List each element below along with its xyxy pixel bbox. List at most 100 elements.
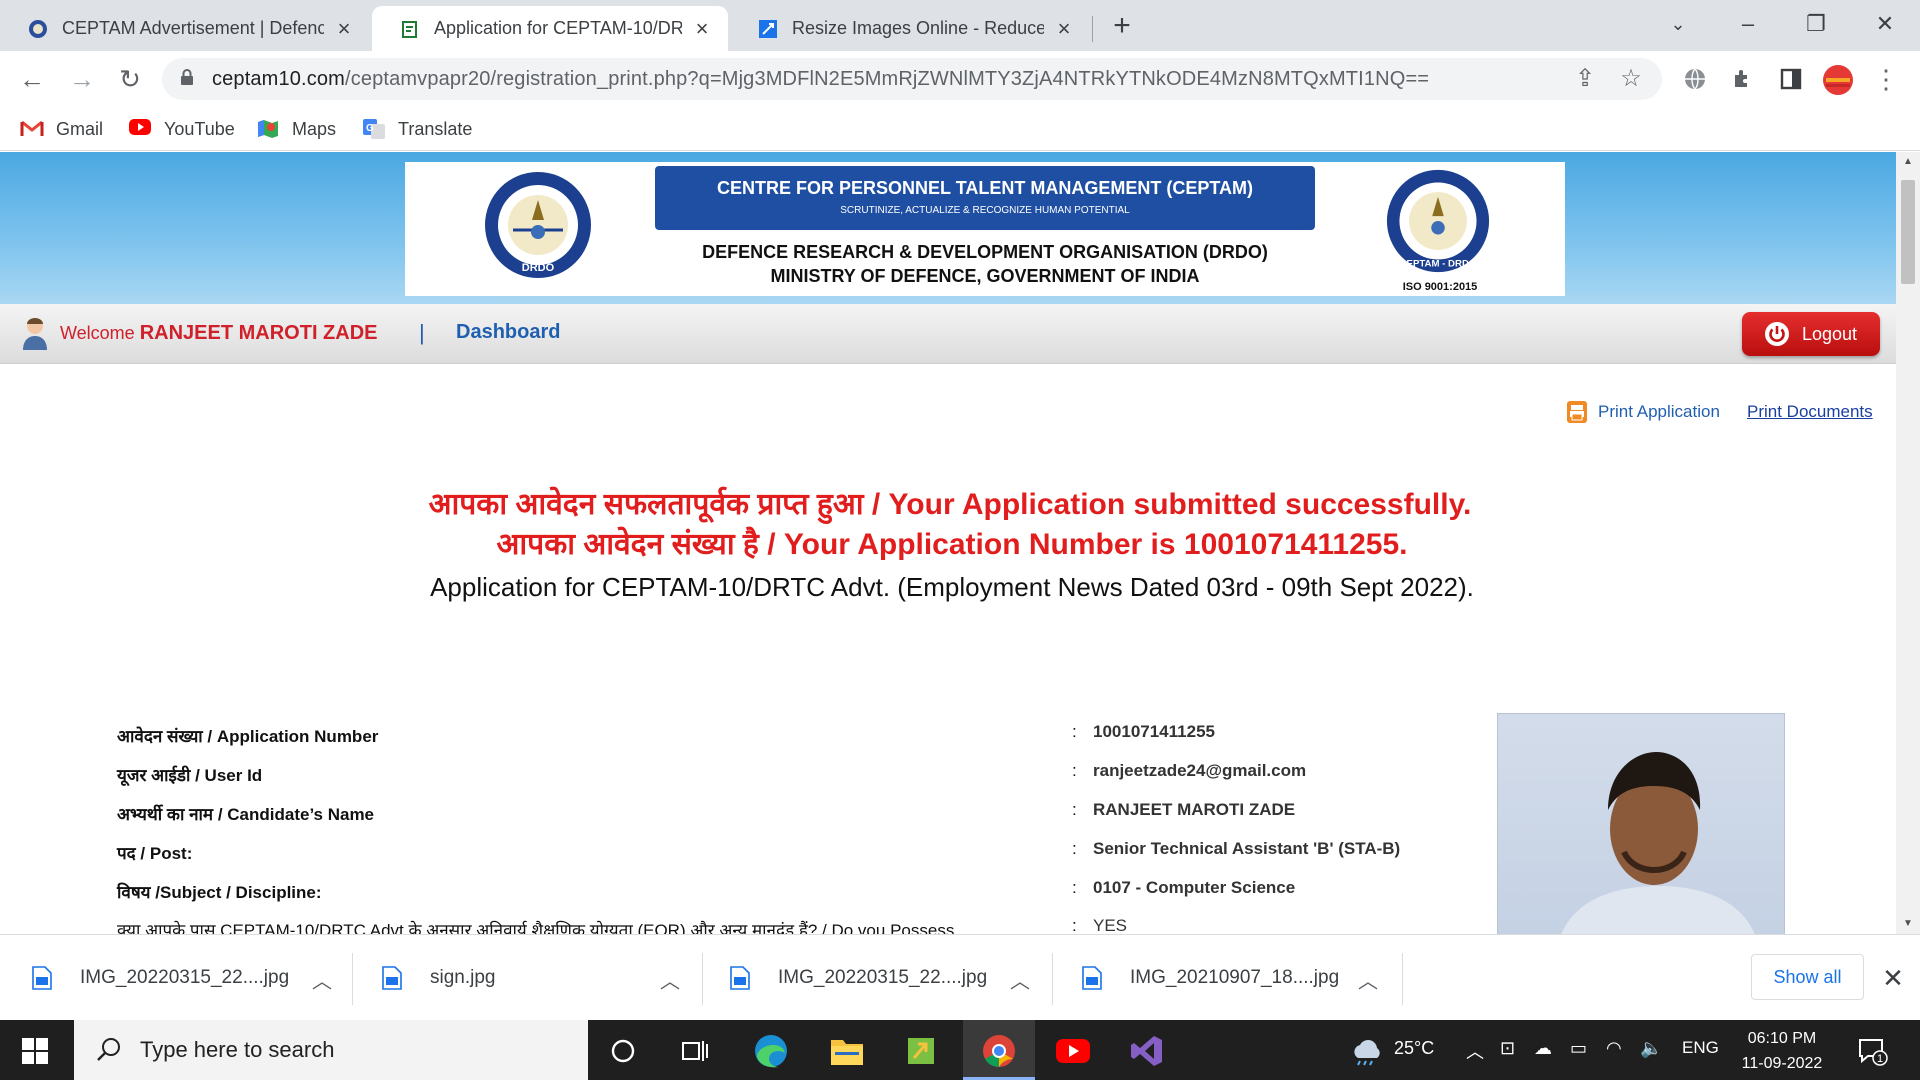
dashboard-link[interactable]: Dashboard [456,321,560,344]
back-arrow-icon[interactable]: ← [14,61,50,97]
print-application-link[interactable]: Print Application [1598,402,1720,422]
cortana-icon[interactable] [602,1030,644,1072]
colon: : [1072,878,1077,897]
value-post: Senior Technical Assistant 'B' (STA-B) [1093,839,1401,858]
resize-image-icon [758,19,778,39]
label-discipline: विषय /Subject / Discipline: [117,883,322,902]
show-all-downloads-button[interactable]: Show all [1751,954,1864,1000]
close-tab-icon[interactable]: × [690,16,714,41]
print-documents-link[interactable]: Print Documents [1747,402,1873,422]
battery-icon[interactable]: ▭ [1570,1038,1587,1059]
colon: : [1072,722,1077,741]
onedrive-cloud-icon[interactable]: ☁ [1534,1038,1552,1059]
download-filename: IMG_20210907_18....jpg [1130,967,1340,988]
address-bar[interactable]: ceptam10.com/ceptamvpapr20/registration_… [162,58,1662,100]
bookmark-translate[interactable]: G Translate [362,116,472,142]
reload-icon[interactable]: ↻ [112,61,148,97]
globe-extension-icon[interactable] [1680,64,1710,94]
chevron-up-icon[interactable]: ︿ [1010,965,1030,994]
language-indicator[interactable]: ENG [1682,1038,1719,1058]
download-item[interactable]: IMG_20220315_22....jpg ︿ [32,955,332,1001]
vertical-scrollbar[interactable]: ▲ ▼ [1896,152,1920,934]
profile-avatar[interactable] [1822,64,1853,95]
bookmark-youtube[interactable]: YouTube [128,116,235,142]
taskbar-search-box[interactable]: Type here to search [74,1020,588,1080]
edge-browser-icon[interactable] [750,1030,792,1072]
close-window-icon[interactable]: ✕ [1862,4,1908,44]
close-tab-icon[interactable]: × [1052,16,1076,41]
download-item[interactable]: IMG_20220315_22....jpg ︿ [730,955,1030,1001]
windows-start-icon[interactable] [22,1038,48,1064]
task-view-icon[interactable] [674,1030,716,1072]
nav-separator: | [419,320,425,345]
menu-kebab-icon[interactable]: ⋮ [1871,64,1901,94]
download-divider [352,953,353,1005]
close-tab-icon[interactable]: × [332,16,356,41]
image-file-icon [1082,966,1102,990]
side-panel-icon[interactable] [1776,64,1806,94]
visual-studio-icon[interactable] [1126,1030,1168,1072]
maps-icon [256,118,282,140]
file-explorer-icon[interactable] [826,1030,868,1072]
download-divider [1052,953,1053,1005]
forward-arrow-icon[interactable]: → [64,61,100,97]
ministry-name: MINISTRY OF DEFENCE, GOVERNMENT OF INDIA [770,266,1200,286]
printer-icon[interactable] [1566,400,1588,424]
tab-search-chevron-icon[interactable]: ⌄ [1655,4,1701,44]
wifi-icon[interactable]: ◠ [1606,1038,1622,1059]
bookmark-label: Translate [398,118,473,139]
tab-application-ceptam[interactable]: Application for CEPTAM-10/DRTC × [372,6,728,51]
bookmark-star-icon[interactable]: ☆ [1618,66,1644,92]
value-user-id: ranjeetzade24@gmail.com [1093,761,1307,780]
chevron-up-icon[interactable]: ︿ [1358,965,1378,994]
bookmark-gmail[interactable]: Gmail [20,116,103,142]
chevron-up-icon[interactable]: ︿ [312,965,332,994]
meet-now-icon[interactable]: ⊡ [1500,1038,1515,1059]
bookmarks-bar: Gmail YouTube Maps G Translate [0,107,1920,151]
user-name: RANJEET MAROTI ZADE [139,322,378,344]
drdo-emblem-text: DRDO [522,262,555,274]
ceptam-title-bar: CENTRE FOR PERSONNEL TALENT MANAGEMENT (… [655,166,1315,230]
system-clock[interactable]: 06:10 PM 11-09-2022 [1732,1026,1832,1076]
chevron-up-icon[interactable]: ︿ [660,965,680,994]
colon: : [1072,800,1077,819]
download-item[interactable]: sign.jpg ︿ [382,955,680,1001]
value-discipline: 0107 - Computer Science [1093,878,1296,897]
chrome-icon[interactable] [978,1030,1020,1072]
label-eqr-question: क्या आपके पास CEPTAM-10/DRTC Advt के अनस… [117,921,955,934]
show-hidden-icons-chevron-icon[interactable]: ︿ [1466,1038,1484,1064]
download-item[interactable]: IMG_20210907_18....jpg ︿ [1082,955,1378,1001]
youtube-icon [128,118,154,140]
bookmark-label: YouTube [164,118,235,139]
label-post: पद / Post: [117,844,193,863]
share-icon[interactable]: ⇪ [1572,66,1598,92]
colon: : [1072,839,1077,858]
tab-ceptam-advertisement[interactable]: CEPTAM Advertisement | Defence × [0,6,370,51]
form-document-icon [400,19,420,39]
scroll-up-arrow-icon[interactable]: ▲ [1896,156,1920,167]
ceptam-drdo-emblem-logo: CEPTAM - DRDO [1385,168,1491,274]
windows-taskbar: Type here to search 25°C ︿ ⊡ ☁ ▭ ◠ 🔈 ENG… [0,1020,1920,1080]
youtube-app-icon[interactable] [1052,1030,1094,1072]
logout-button[interactable]: Logout [1742,312,1880,356]
value-candidate-name: RANJEET MAROTI ZADE [1093,800,1296,819]
organisation-name: DEFENCE RESEARCH & DEVELOPMENT ORGANISAT… [702,242,1268,262]
close-shelf-icon[interactable]: ✕ [1878,963,1908,993]
scrollbar-thumb[interactable] [1901,180,1915,284]
new-tab-icon[interactable]: + [1105,10,1139,44]
download-filename: IMG_20220315_22....jpg [778,967,988,988]
restore-window-icon[interactable]: ❐ [1793,4,1839,44]
header-banner: DRDO CENTRE FOR PERSONNEL TALENT MANAGEM… [0,152,1896,304]
user-welcome-bar: Welcome RANJEET MAROTI ZADE | Dashboard [0,304,1896,364]
volume-icon[interactable]: 🔈 [1640,1038,1662,1059]
weather-icon[interactable] [1346,1030,1388,1072]
tab-resize-images[interactable]: Resize Images Online - Reduce JF × [730,6,1090,51]
clock-date: 11-09-2022 [1741,1055,1823,1072]
sticky-app-icon[interactable] [900,1030,942,1072]
scroll-down-arrow-icon[interactable]: ▼ [1896,918,1920,929]
ceptam-title: CENTRE FOR PERSONNEL TALENT MANAGEMENT (… [717,178,1253,198]
notification-center-icon[interactable]: 1 [1858,1038,1888,1066]
extensions-puzzle-icon[interactable] [1728,64,1758,94]
bookmark-maps[interactable]: Maps [256,116,336,142]
minimize-icon[interactable]: – [1725,4,1771,44]
